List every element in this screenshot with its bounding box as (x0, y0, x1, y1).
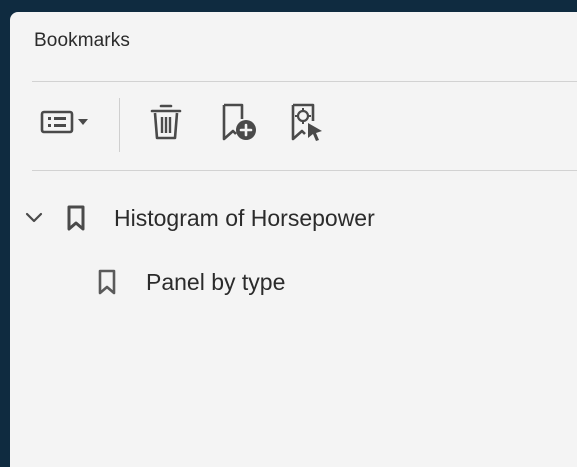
chevron-down-icon[interactable] (24, 208, 44, 228)
bookmark-item[interactable]: Histogram of Horsepower (10, 196, 577, 240)
bookmark-icon (97, 269, 117, 295)
options-menu-button[interactable] (36, 102, 100, 146)
bookmark-icon (66, 205, 86, 231)
add-bookmark-icon (216, 101, 260, 148)
app-window: Bookmarks Histogram of Horsepower Panel … (0, 0, 577, 467)
list-options-icon (40, 107, 96, 142)
bookmarks-toolbar (32, 96, 572, 156)
bookmark-item[interactable]: Panel by type (10, 260, 577, 304)
divider (32, 81, 577, 82)
bookmark-label: Panel by type (146, 268, 286, 295)
toolbar-separator (119, 98, 120, 152)
delete-bookmark-button[interactable] (144, 102, 188, 146)
bookmark-label: Histogram of Horsepower (114, 204, 375, 231)
trash-icon (149, 103, 183, 146)
panel-title: Bookmarks (34, 30, 130, 51)
new-bookmark-from-structure-button[interactable] (282, 102, 334, 146)
new-bookmark-button[interactable] (212, 102, 264, 146)
bookmark-select-icon (286, 101, 330, 148)
divider (32, 170, 577, 171)
bookmarks-panel: Bookmarks Histogram of Horsepower Panel … (10, 12, 577, 467)
